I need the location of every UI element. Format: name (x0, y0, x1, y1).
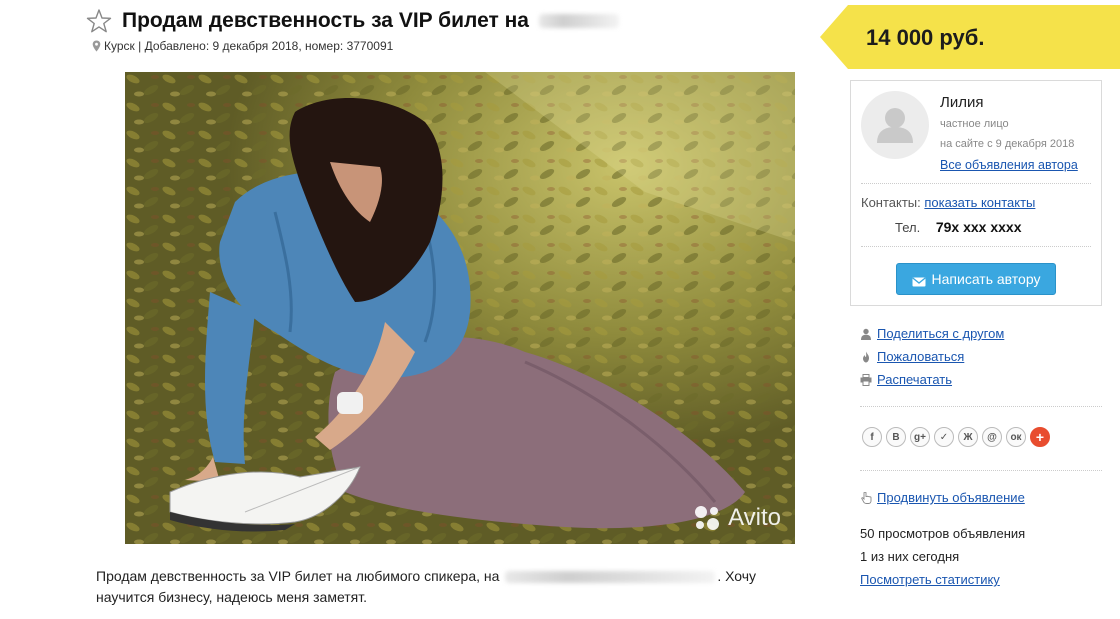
more-share-icon[interactable]: + (1030, 427, 1050, 447)
page-title: Продам девственность за VIP билет на (122, 9, 619, 33)
write-author-label: Написать автору (931, 271, 1041, 287)
divider (860, 406, 1102, 407)
facebook-icon[interactable]: f (862, 427, 882, 447)
promote-link[interactable]: Продвинуть объявление (860, 490, 1025, 505)
blurred-text (538, 14, 619, 29)
seller-since: на сайте с 9 декабря 2018 (940, 138, 1075, 150)
phone-label: Тел. (895, 220, 921, 235)
phone-row: Тел. 79х ххх хххх (895, 219, 1021, 235)
location-pin-icon (92, 40, 101, 52)
listing-photo[interactable]: Avito (125, 72, 795, 544)
seller-name: Лилия (940, 94, 984, 111)
listing-meta: Курск | Добавлено: 9 декабря 2018, номер… (92, 39, 393, 53)
avatar[interactable] (861, 91, 929, 159)
seller-type: частное лицо (940, 118, 1009, 130)
view-stats-link[interactable]: Посмотреть статистику (860, 572, 1000, 587)
price-tag: 14 000 руб. (820, 5, 1120, 69)
report-link[interactable]: Пожаловаться (860, 349, 964, 364)
social-share-row: f В g+ ✓ Ж @ ок + (862, 427, 1054, 447)
phone-number: 79х ххх хххх (935, 219, 1022, 235)
print-link[interactable]: Распечатать (860, 372, 952, 387)
blurred-text (505, 571, 716, 584)
livejournal-icon[interactable]: Ж (958, 427, 978, 447)
print-label: Распечатать (877, 372, 953, 387)
share-label: Поделиться с другом (877, 326, 1005, 341)
report-label: Пожаловаться (877, 349, 965, 364)
favorite-star-icon[interactable] (86, 8, 112, 34)
twitter-icon[interactable]: ✓ (934, 427, 954, 447)
avito-logo-icon (695, 506, 720, 530)
envelope-icon (911, 274, 926, 287)
odnoklassniki-icon[interactable]: ок (1006, 427, 1026, 447)
all-ads-link[interactable]: Все объявления автора (940, 158, 1078, 172)
listing-description: Продам девственность за VIP билет на люб… (96, 566, 796, 608)
avito-watermark: Avito (692, 504, 781, 532)
mail-ru-icon[interactable]: @ (982, 427, 1002, 447)
listing-header: Продам девственность за VIP билет на (86, 6, 619, 36)
contacts-row: Контакты: показать контакты (861, 195, 1035, 210)
views-today: 1 из них сегодня (860, 549, 960, 564)
vkontakte-icon[interactable]: В (886, 427, 906, 447)
price-value: 14 000 руб. (866, 25, 985, 50)
divider (861, 183, 1091, 184)
seller-card: Лилия частное лицо на сайте с 9 декабря … (850, 80, 1102, 306)
promote-label: Продвинуть объявление (877, 490, 1025, 505)
pointer-hand-icon (860, 491, 872, 504)
location-text: Курск (104, 39, 135, 53)
avito-watermark-text: Avito (728, 504, 781, 531)
user-icon (860, 328, 872, 340)
divider (860, 470, 1102, 471)
flame-icon (860, 351, 872, 363)
printer-icon (860, 373, 872, 386)
divider (861, 246, 1091, 247)
show-contacts-link[interactable]: показать контакты (924, 195, 1035, 210)
description-text-start: Продам девственность за VIP билет на люб… (96, 568, 500, 584)
views-total: 50 просмотров объявления (860, 526, 1026, 541)
write-author-button[interactable]: Написать автору (896, 263, 1056, 295)
google-plus-icon[interactable]: g+ (910, 427, 930, 447)
contacts-label: Контакты: (861, 195, 921, 210)
added-date-text: | Добавлено: 9 декабря 2018, номер: 3770… (138, 39, 394, 53)
user-silhouette-icon (877, 108, 913, 143)
share-link[interactable]: Поделиться с другом (860, 326, 1004, 341)
